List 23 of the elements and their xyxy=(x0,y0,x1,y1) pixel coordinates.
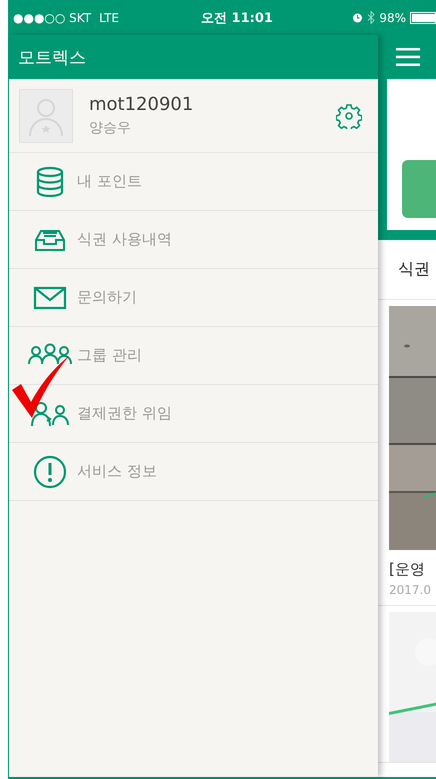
exclamation-icon xyxy=(33,454,67,488)
drawer-title: 모트렉스 xyxy=(18,46,86,68)
section-title: 식권 xyxy=(398,259,430,280)
menu-icon[interactable] xyxy=(396,48,420,66)
post-title[interactable]: [운영 xyxy=(389,560,436,579)
settings-icon[interactable] xyxy=(336,102,362,128)
clock: 오전 11:01 xyxy=(201,10,273,26)
alarm-icon xyxy=(352,12,364,23)
menu-item[interactable]: 서비스 정보 xyxy=(9,443,378,501)
avatar xyxy=(19,88,73,142)
battery-icon xyxy=(410,12,436,24)
battery-label: 98% xyxy=(379,10,406,24)
menu-item[interactable]: 내 포인트 xyxy=(9,153,378,211)
carrier-label: ●●●○○ SKT xyxy=(13,10,92,24)
post-date: 2017.0 xyxy=(389,583,432,597)
network-label: LTE xyxy=(99,10,120,24)
user-id: mot120901 xyxy=(89,94,194,115)
user-name: 양승우 xyxy=(89,119,132,137)
menu-item[interactable]: 문의하기 xyxy=(9,269,378,327)
check-mark-icon xyxy=(12,356,70,420)
people-icon xyxy=(30,400,70,428)
menu-item[interactable]: 식권 사용내역 xyxy=(9,211,378,269)
bluetooth-icon xyxy=(367,11,376,24)
